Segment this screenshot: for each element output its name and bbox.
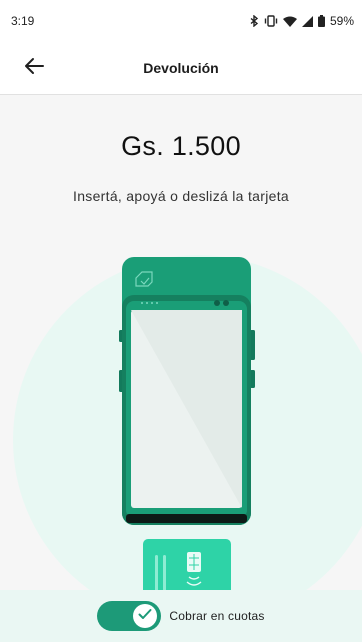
bluetooth-icon (250, 15, 259, 27)
status-bar: 3:19 59% (0, 0, 362, 42)
status-time: 3:19 (11, 14, 35, 28)
installments-toggle[interactable] (97, 601, 162, 631)
bottom-bar: Cobrar en cuotas (0, 590, 362, 642)
pos-terminal (119, 257, 255, 525)
vibrate-icon (264, 15, 278, 27)
wifi-icon (282, 16, 297, 27)
back-button[interactable] (18, 52, 50, 84)
installments-label: Cobrar en cuotas (169, 609, 265, 623)
arrow-left-icon (24, 57, 44, 80)
app-bar: Devolución (0, 42, 362, 95)
battery-icon (317, 15, 325, 27)
page-title: Devolución (143, 60, 219, 76)
payment-content: Gs. 1.500 Insertá, apoyá o deslizá la ta… (0, 95, 362, 642)
pos-device-illustration (119, 257, 255, 642)
toggle-knob (133, 604, 158, 628)
status-icons: 59% (250, 14, 354, 28)
signal-icon (301, 15, 313, 27)
battery-percent: 59% (329, 14, 354, 28)
check-icon (138, 607, 152, 625)
